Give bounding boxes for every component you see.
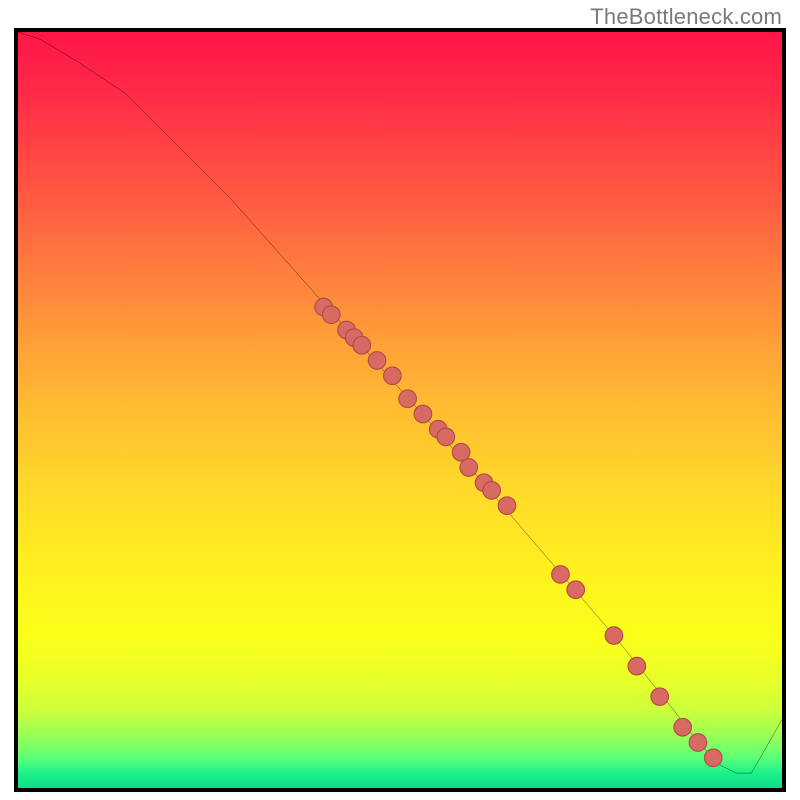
data-point bbox=[399, 390, 417, 408]
data-point bbox=[628, 657, 646, 675]
data-point bbox=[704, 749, 722, 767]
data-point bbox=[368, 352, 386, 370]
data-point bbox=[460, 459, 478, 477]
data-point bbox=[322, 306, 340, 324]
data-point bbox=[674, 718, 692, 736]
data-point bbox=[552, 566, 570, 584]
data-point bbox=[414, 405, 432, 423]
data-point bbox=[567, 581, 585, 599]
watermark-text: TheBottleneck.com bbox=[590, 4, 782, 30]
data-point bbox=[384, 367, 402, 385]
data-point bbox=[651, 688, 669, 706]
chart-frame bbox=[14, 28, 786, 792]
data-point bbox=[498, 497, 516, 515]
data-point bbox=[353, 336, 371, 354]
data-point bbox=[483, 482, 501, 500]
chart-svg bbox=[18, 32, 782, 792]
data-point bbox=[605, 627, 623, 645]
data-points bbox=[315, 298, 722, 766]
data-point bbox=[689, 734, 707, 752]
data-point bbox=[437, 428, 455, 446]
